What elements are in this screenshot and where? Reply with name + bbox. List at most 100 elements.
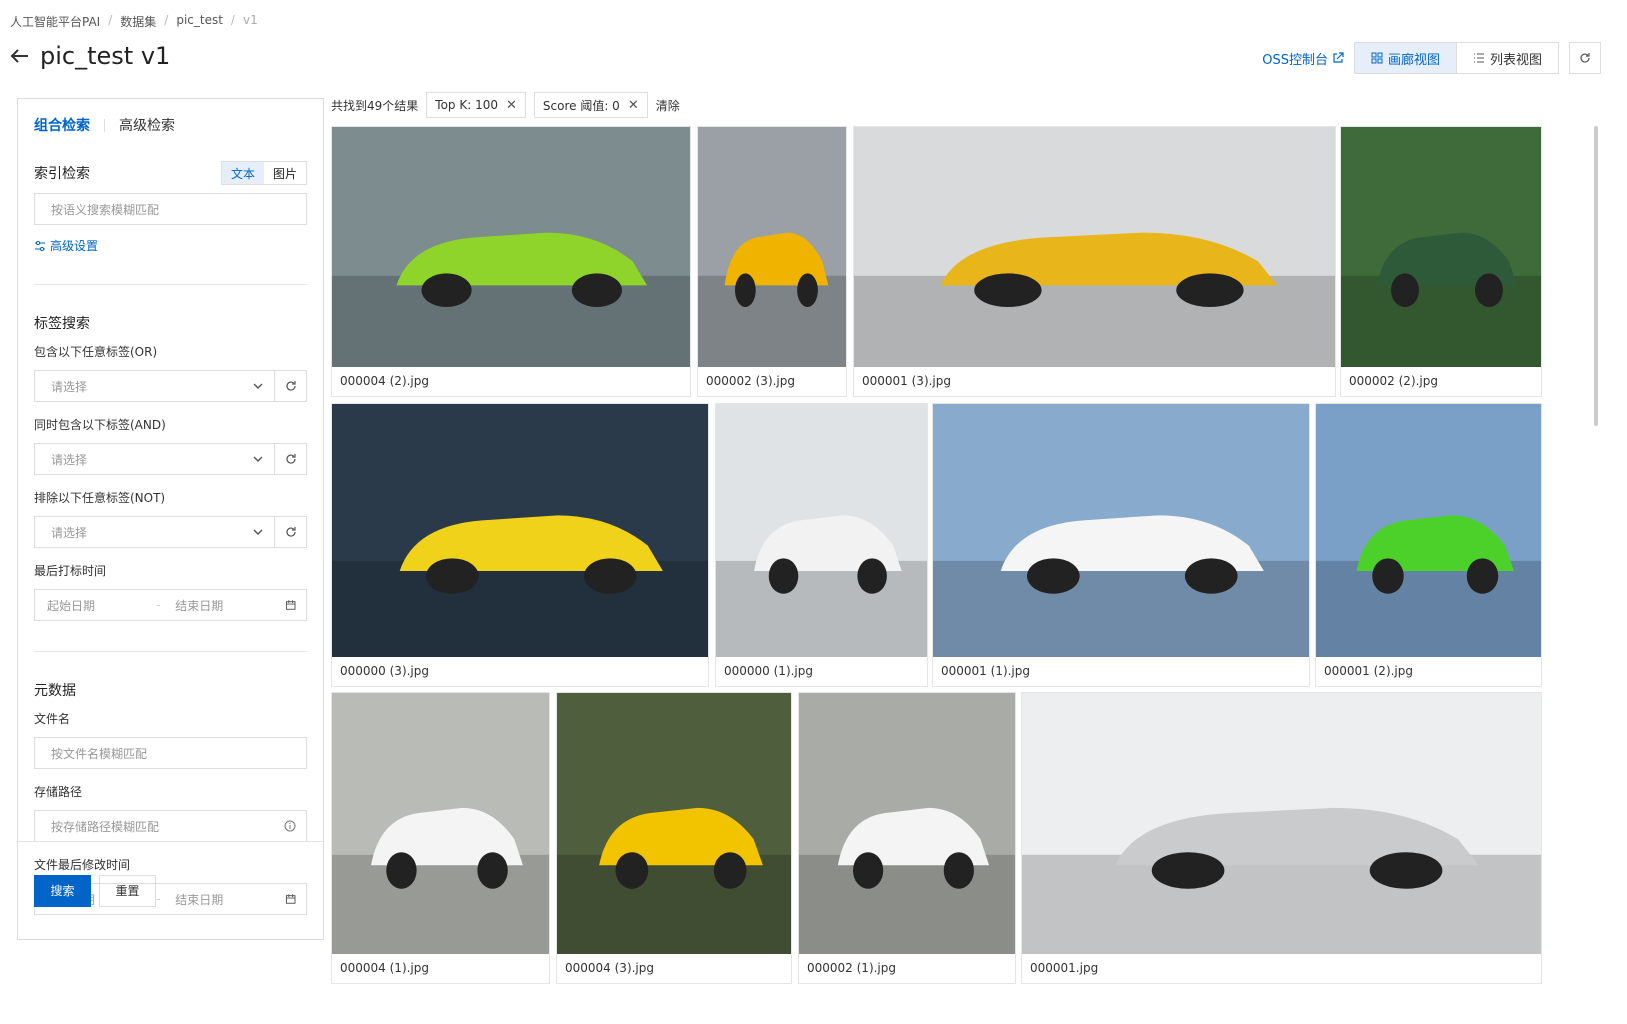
or-tags-refresh-button[interactable] [275, 370, 307, 402]
search-mode-toggle: 文本 图片 [220, 161, 307, 185]
breadcrumb-item-version: v1 [242, 13, 258, 27]
refresh-button[interactable] [1569, 42, 1601, 74]
external-link-icon [1333, 52, 1344, 63]
start-date-input[interactable]: 起始日期 [47, 597, 156, 614]
date-range-separator: - [156, 598, 161, 612]
breadcrumb-separator: / [164, 13, 169, 27]
and-tags-refresh-button[interactable] [275, 443, 307, 475]
gallery-card[interactable]: 000002 (3).jpg [697, 126, 847, 397]
or-tags-select[interactable]: 请选择 [34, 370, 275, 402]
gallery-filename: 000004 (3).jpg [565, 961, 655, 975]
tab-combined-search[interactable]: 组合检索 [34, 115, 90, 135]
gallery-thumbnail [854, 127, 1335, 367]
mode-image-button[interactable]: 图片 [264, 162, 306, 184]
results-count: 共找到49个结果 [331, 98, 419, 113]
gallery-thumbnail [1022, 693, 1541, 954]
mode-text-button[interactable]: 文本 [221, 162, 264, 184]
gallery-thumbnail [332, 404, 708, 657]
gallery-filename: 000000 (1).jpg [724, 664, 814, 678]
not-tags-select[interactable]: 请选择 [34, 516, 275, 548]
list-view-button[interactable]: 列表视图 [1457, 43, 1558, 73]
gallery-scrollbar[interactable] [1594, 126, 1598, 426]
not-tags-label: 排除以下任意标签(NOT) [34, 491, 166, 505]
list-icon [1473, 53, 1484, 63]
view-toggle: 画廊视图 列表视图 [1353, 42, 1559, 74]
sidebar-tabs: 组合检索 高级检索 [34, 103, 307, 147]
gallery-card[interactable]: 000001 (2).jpg [1315, 403, 1542, 687]
gallery-view-button[interactable]: 画廊视图 [1354, 43, 1457, 73]
filter-chip-label: Score 阈值: 0 [542, 98, 620, 113]
gallery-thumbnail [698, 127, 846, 367]
gallery-view-label: 画廊视图 [1387, 52, 1440, 68]
breadcrumb-item-dataset[interactable]: 数据集 [120, 13, 156, 30]
and-tags-placeholder: 请选择 [51, 452, 88, 467]
gallery-thumbnail [332, 127, 690, 367]
section-divider [34, 651, 307, 652]
gallery-card[interactable]: 000001.jpg [1021, 692, 1542, 984]
gallery-card[interactable]: 000004 (3).jpg [556, 692, 792, 984]
not-tags-refresh-button[interactable] [275, 516, 307, 548]
gallery-filename: 000004 (2).jpg [340, 374, 430, 388]
gallery-filename: 000001 (2).jpg [1324, 664, 1414, 678]
filter-chip-topk: Top K: 100 ✕ [426, 92, 526, 118]
not-tags-placeholder: 请选择 [51, 525, 88, 540]
gallery-thumbnail [332, 693, 549, 954]
image-gallery: 000004 (2).jpg 000002 (3).jpg 000001 (3).j… [331, 126, 1596, 1024]
oss-console-label: OSS控制台 [1262, 52, 1328, 68]
gallery-thumbnail [716, 404, 927, 657]
search-sidebar: 组合检索 高级检索 索引检索 文本 图片 按语义搜索模糊匹配 高级设置 标签搜索… [17, 98, 324, 940]
semantic-search-input[interactable]: 按语义搜索模糊匹配 [34, 193, 307, 225]
close-icon[interactable]: ✕ [628, 98, 639, 113]
breadcrumb-item-pic-test[interactable]: pic_test [176, 13, 223, 30]
or-tags-placeholder: 请选择 [51, 379, 88, 394]
filename-input[interactable]: 按文件名模糊匹配 [34, 737, 307, 769]
breadcrumb-item-pai[interactable]: 人工智能平台PAI [10, 13, 100, 30]
gallery-card[interactable]: 000004 (2).jpg [331, 126, 691, 397]
chevron-down-icon [253, 529, 263, 535]
breadcrumb-separator: / [108, 13, 113, 27]
gallery-card[interactable]: 000002 (1).jpg [798, 692, 1016, 984]
sliders-icon [35, 240, 45, 251]
filter-chip-label: Top K: 100 [435, 98, 498, 112]
oss-console-link[interactable]: OSS控制台 [1262, 49, 1344, 68]
chevron-down-icon [253, 456, 263, 462]
page-title: pic_test v1 [40, 42, 171, 70]
gallery-thumbnail [933, 404, 1309, 657]
gallery-card[interactable]: 000002 (2).jpg [1340, 126, 1542, 397]
and-tags-select[interactable]: 请选择 [34, 443, 275, 475]
results-filter-bar: 共找到49个结果 Top K: 100 ✕ Score 阈值: 0 ✕ 清除 [331, 92, 680, 118]
close-icon[interactable]: ✕ [506, 98, 517, 113]
gallery-filename: 000000 (3).jpg [340, 664, 430, 678]
end-date-input[interactable]: 结束日期 [175, 597, 284, 614]
list-view-label: 列表视图 [1489, 52, 1542, 68]
gallery-card[interactable]: 000000 (1).jpg [715, 403, 928, 687]
index-search-title: 索引检索 [34, 166, 90, 182]
tag-search-title: 标签搜索 [34, 316, 90, 332]
advanced-settings-link[interactable]: 高级设置 [34, 237, 307, 254]
and-tags-label: 同时包含以下标签(AND) [34, 418, 166, 432]
gallery-card[interactable]: 000001 (1).jpg [932, 403, 1310, 687]
last-tag-time-label: 最后打标时间 [34, 564, 107, 578]
clear-filters-link[interactable]: 清除 [656, 97, 680, 114]
chevron-down-icon [253, 383, 263, 389]
gallery-card[interactable]: 000001 (3).jpg [853, 126, 1336, 397]
gallery-thumbnail [1316, 404, 1541, 657]
calendar-icon [285, 600, 296, 610]
last-tag-time-range[interactable]: 起始日期 - 结束日期 [34, 589, 307, 621]
reset-button[interactable]: 重置 [99, 874, 156, 907]
filter-chip-score: Score 阈值: 0 ✕ [533, 92, 648, 118]
breadcrumb-separator: / [230, 13, 235, 27]
search-button[interactable]: 搜索 [34, 874, 91, 907]
gallery-filename: 000004 (1).jpg [340, 961, 430, 975]
back-arrow-icon[interactable] [8, 44, 32, 68]
filename-label: 文件名 [34, 712, 71, 726]
advanced-settings-label: 高级设置 [50, 239, 99, 253]
gallery-card[interactable]: 000004 (1).jpg [331, 692, 550, 984]
gallery-filename: 000002 (2).jpg [1349, 374, 1439, 388]
refresh-icon [285, 527, 296, 537]
gallery-card[interactable]: 000000 (3).jpg [331, 403, 709, 687]
grid-icon [1371, 52, 1383, 64]
storage-path-input[interactable]: 按存储路径模糊匹配 [34, 810, 307, 842]
tab-advanced-search[interactable]: 高级检索 [119, 115, 175, 135]
metadata-title: 元数据 [34, 683, 76, 699]
